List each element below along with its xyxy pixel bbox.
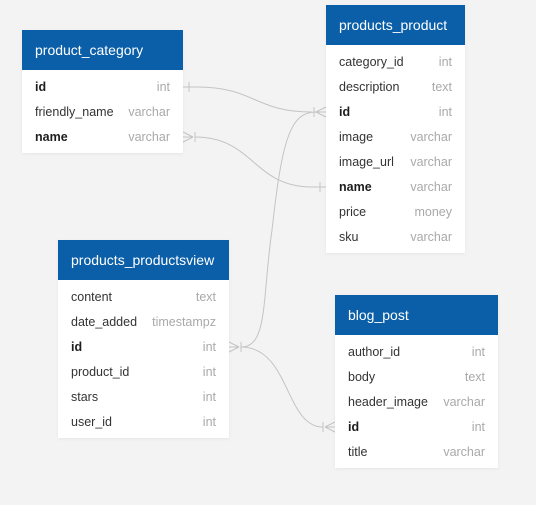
field-type: int — [471, 344, 485, 359]
field-row[interactable]: name varchar — [326, 174, 465, 199]
field-row[interactable]: id int — [58, 334, 229, 359]
field-row[interactable]: image varchar — [326, 124, 465, 149]
field-name: friendly_name — [35, 104, 114, 119]
field-name: name — [339, 179, 372, 194]
field-name: content — [71, 289, 113, 304]
field-type: varchar — [410, 179, 452, 194]
field-name: name — [35, 129, 68, 144]
field-name: id — [35, 79, 47, 94]
field-name: author_id — [348, 344, 401, 359]
field-type: text — [431, 79, 452, 94]
many-marker-b — [324, 426, 336, 433]
field-type: varchar — [443, 394, 485, 409]
table-products-product[interactable]: products_product category_id int descrip… — [326, 5, 465, 253]
field-row[interactable]: price money — [326, 199, 465, 224]
field-row[interactable]: title varchar — [335, 439, 498, 464]
field-type: money — [414, 204, 452, 219]
field-type: int — [202, 339, 216, 354]
field-name: body — [348, 369, 376, 384]
many-marker-b — [228, 346, 240, 353]
field-name: product_id — [71, 364, 130, 379]
relationship-line — [196, 86, 313, 113]
field-type: int — [202, 364, 216, 379]
many-marker — [324, 421, 336, 428]
many-marker — [182, 131, 194, 138]
table-header[interactable]: blog_post — [335, 295, 498, 335]
field-name: user_id — [71, 414, 112, 429]
field-type: varchar — [410, 129, 452, 144]
field-type: varchar — [443, 444, 485, 459]
many-marker-b — [182, 136, 194, 143]
field-type: int — [202, 389, 216, 404]
field-row[interactable]: id int — [326, 99, 465, 124]
field-name: id — [348, 419, 360, 434]
field-name: image — [339, 129, 374, 144]
field-name: header_image — [348, 394, 428, 409]
many-marker-b — [315, 111, 327, 118]
field-name: sku — [339, 229, 359, 244]
field-row[interactable]: author_id int — [335, 339, 498, 364]
field-row[interactable]: category_id int — [326, 49, 465, 74]
field-name: id — [71, 339, 83, 354]
field-row[interactable]: image_url varchar — [326, 149, 465, 174]
many-marker — [228, 341, 240, 348]
field-type: int — [471, 419, 485, 434]
many-marker — [315, 106, 327, 113]
field-name: price — [339, 204, 367, 219]
field-row[interactable]: header_image varchar — [335, 389, 498, 414]
field-row[interactable]: friendly_name varchar — [22, 99, 183, 124]
field-type: varchar — [128, 129, 170, 144]
field-row[interactable]: stars int — [58, 384, 229, 409]
field-name: image_url — [339, 154, 394, 169]
table-header[interactable]: products_product — [326, 5, 465, 45]
field-row[interactable]: name varchar — [22, 124, 183, 149]
field-row[interactable]: product_id int — [58, 359, 229, 384]
field-row[interactable]: sku varchar — [326, 224, 465, 249]
field-row[interactable]: date_added timestampz — [58, 309, 229, 334]
field-type: int — [156, 79, 170, 94]
field-name: description — [339, 79, 400, 94]
relationship-line — [240, 346, 324, 428]
field-type: int — [202, 414, 216, 429]
table-product-category[interactable]: product_category id int friendly_name va… — [22, 30, 183, 153]
field-type: varchar — [410, 229, 452, 244]
field-name: category_id — [339, 54, 404, 69]
field-type: text — [464, 369, 485, 384]
table-header[interactable]: product_category — [22, 30, 183, 70]
field-type: int — [438, 104, 452, 119]
field-type: varchar — [410, 154, 452, 169]
field-row[interactable]: id int — [335, 414, 498, 439]
field-row[interactable]: user_id int — [58, 409, 229, 434]
field-name: id — [339, 104, 351, 119]
field-name: date_added — [71, 314, 138, 329]
field-type: int — [438, 54, 452, 69]
field-type: text — [195, 289, 216, 304]
table-blog-post[interactable]: blog_post author_id int body text header… — [335, 295, 498, 468]
field-row[interactable]: id int — [22, 74, 183, 99]
table-products-productsview[interactable]: products_productsview content text date_… — [58, 240, 229, 438]
field-name: title — [348, 444, 368, 459]
field-type: varchar — [128, 104, 170, 119]
field-name: stars — [71, 389, 99, 404]
relationship-line — [240, 111, 317, 348]
field-row[interactable]: content text — [58, 284, 229, 309]
field-type: timestampz — [152, 314, 216, 329]
field-row[interactable]: description text — [326, 74, 465, 99]
relationship-line — [194, 136, 313, 188]
field-row[interactable]: body text — [335, 364, 498, 389]
table-header[interactable]: products_productsview — [58, 240, 229, 280]
